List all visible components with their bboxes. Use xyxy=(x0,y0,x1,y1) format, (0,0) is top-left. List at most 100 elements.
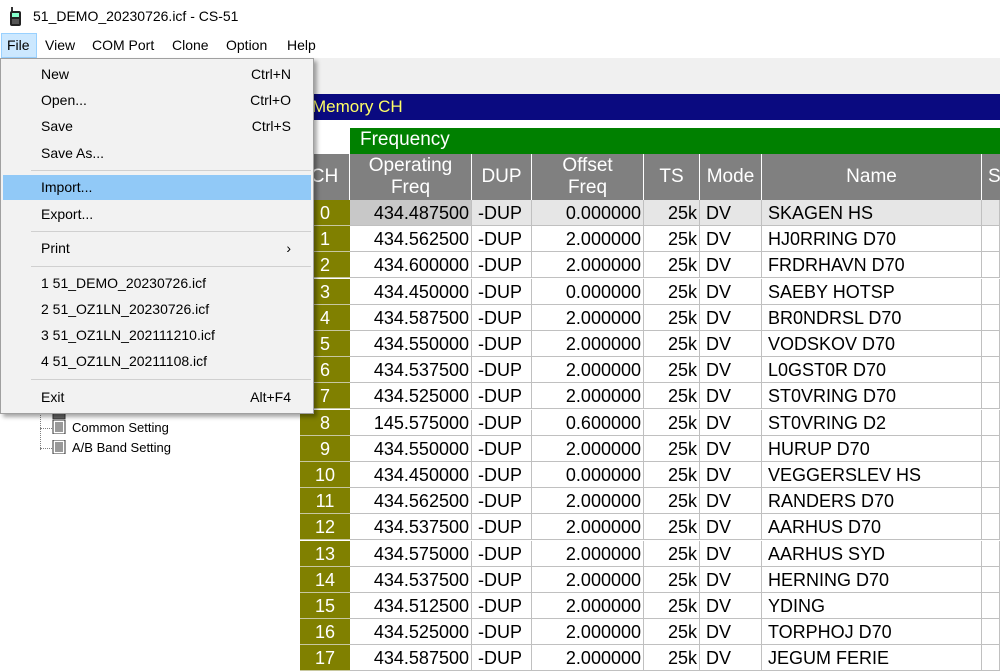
cell-mode[interactable]: DV xyxy=(700,278,762,305)
cell-extra[interactable] xyxy=(982,514,1000,541)
cell-name[interactable]: SKAGEN HS xyxy=(762,200,982,226)
cell-offset-freq[interactable]: 2.000000 xyxy=(532,383,644,410)
cell-operating-freq[interactable]: 434.587500 xyxy=(350,304,472,331)
cell-extra[interactable] xyxy=(982,226,1000,253)
cell-name[interactable]: VEGGERSLEV HS xyxy=(762,462,982,488)
cell-extra[interactable] xyxy=(982,304,1000,331)
menu-item-recent-2[interactable]: 2 51_OZ1LN_20230726.icf xyxy=(3,297,311,322)
cell-offset-freq[interactable]: 0.000000 xyxy=(532,278,644,305)
cell-name[interactable]: L0GST0R D70 xyxy=(762,357,982,384)
cell-ch[interactable]: 13 xyxy=(300,540,350,567)
cell-ch[interactable]: 14 xyxy=(300,566,350,593)
cell-offset-freq[interactable]: 2.000000 xyxy=(532,226,644,253)
cell-extra[interactable] xyxy=(982,619,1000,646)
table-row[interactable]: 13 434.575000 -DUP 2.000000 25k DV AARHUS SYD xyxy=(300,540,1000,567)
cell-offset-freq[interactable]: 2.000000 xyxy=(532,252,644,279)
cell-mode[interactable]: DV xyxy=(700,304,762,331)
menu-item-exit[interactable]: Exit Alt+F4 xyxy=(3,385,311,410)
cell-offset-freq[interactable]: 2.000000 xyxy=(532,304,644,331)
cell-ts[interactable]: 25k xyxy=(644,435,700,462)
cell-mode[interactable]: DV xyxy=(700,226,762,253)
menu-item-print[interactable]: Print › xyxy=(3,236,311,261)
menu-item-recent-3[interactable]: 3 51_OZ1LN_202111210.icf xyxy=(3,323,311,348)
cell-ts[interactable]: 25k xyxy=(644,566,700,593)
cell-ts[interactable]: 25k xyxy=(644,252,700,279)
table-row[interactable]: 8 145.575000 -DUP 0.600000 25k DV ST0VRING D2 xyxy=(300,409,1000,436)
cell-extra[interactable] xyxy=(982,200,1000,226)
column-header-extra[interactable]: S xyxy=(982,154,1000,200)
cell-ts[interactable]: 25k xyxy=(644,278,700,305)
cell-extra[interactable] xyxy=(982,488,1000,515)
table-row[interactable]: 2 434.600000 -DUP 2.000000 25k DV FRDRHAVN D70 xyxy=(300,252,1000,279)
cell-dup[interactable]: -DUP xyxy=(472,331,532,357)
column-header-dup[interactable]: DUP xyxy=(472,154,532,200)
cell-operating-freq[interactable]: 434.525000 xyxy=(350,383,472,410)
cell-operating-freq[interactable]: 434.537500 xyxy=(350,514,472,541)
cell-ts[interactable]: 25k xyxy=(644,304,700,331)
cell-extra[interactable] xyxy=(982,540,1000,567)
cell-dup[interactable]: -DUP xyxy=(472,645,532,671)
cell-dup[interactable]: -DUP xyxy=(472,488,532,515)
menu-item-import[interactable]: Import... xyxy=(3,175,311,200)
cell-dup[interactable]: -DUP xyxy=(472,383,532,410)
cell-name[interactable]: AARHUS D70 xyxy=(762,514,982,541)
cell-ts[interactable]: 25k xyxy=(644,462,700,488)
cell-dup[interactable]: -DUP xyxy=(472,304,532,331)
cell-mode[interactable]: DV xyxy=(700,566,762,593)
menu-help[interactable]: Help xyxy=(282,33,321,58)
cell-mode[interactable]: DV xyxy=(700,331,762,357)
cell-operating-freq[interactable]: 434.450000 xyxy=(350,462,472,488)
column-header-ts[interactable]: TS xyxy=(644,154,700,200)
cell-mode[interactable]: DV xyxy=(700,645,762,671)
cell-mode[interactable]: DV xyxy=(700,435,762,462)
table-row[interactable]: 4 434.587500 -DUP 2.000000 25k DV BR0NDRSL D70 xyxy=(300,304,1000,331)
cell-name[interactable]: ST0VRING D70 xyxy=(762,383,982,410)
table-row[interactable]: 16 434.525000 -DUP 2.000000 25k DV TORPHOJ D70 xyxy=(300,619,1000,646)
cell-ch[interactable]: 15 xyxy=(300,593,350,619)
cell-dup[interactable]: -DUP xyxy=(472,514,532,541)
table-row[interactable]: 17 434.587500 -DUP 2.000000 25k DV JEGUM FERIE xyxy=(300,645,1000,671)
cell-operating-freq[interactable]: 434.537500 xyxy=(350,566,472,593)
cell-offset-freq[interactable]: 2.000000 xyxy=(532,645,644,671)
menu-item-new[interactable]: New Ctrl+N xyxy=(3,62,311,87)
table-row[interactable]: 3 434.450000 -DUP 0.000000 25k DV SAEBY HOTSP xyxy=(300,278,1000,305)
table-row[interactable]: 0 434.487500 -DUP 0.000000 25k DV SKAGEN HS xyxy=(300,200,1000,226)
cell-mode[interactable]: DV xyxy=(700,540,762,567)
cell-operating-freq[interactable]: 434.525000 xyxy=(350,619,472,646)
tree-item-ab-band-setting[interactable]: A/B Band Setting xyxy=(52,440,171,455)
cell-name[interactable]: FRDRHAVN D70 xyxy=(762,252,982,279)
cell-extra[interactable] xyxy=(982,593,1000,619)
cell-extra[interactable] xyxy=(982,566,1000,593)
cell-operating-freq[interactable]: 434.600000 xyxy=(350,252,472,279)
menu-item-save-as[interactable]: Save As... xyxy=(3,141,311,166)
cell-ts[interactable]: 25k xyxy=(644,645,700,671)
cell-mode[interactable]: DV xyxy=(700,383,762,410)
cell-operating-freq[interactable]: 434.512500 xyxy=(350,593,472,619)
cell-extra[interactable] xyxy=(982,331,1000,357)
cell-ch[interactable]: 16 xyxy=(300,619,350,646)
table-row[interactable]: 15 434.512500 -DUP 2.000000 25k DV YDING xyxy=(300,593,1000,619)
cell-name[interactable]: HJ0RRING D70 xyxy=(762,226,982,253)
cell-operating-freq[interactable]: 434.587500 xyxy=(350,645,472,671)
cell-extra[interactable] xyxy=(982,278,1000,305)
cell-extra[interactable] xyxy=(982,435,1000,462)
cell-name[interactable]: ST0VRING D2 xyxy=(762,409,982,436)
cell-operating-freq[interactable]: 145.575000 xyxy=(350,409,472,436)
cell-operating-freq[interactable]: 434.450000 xyxy=(350,278,472,305)
cell-operating-freq[interactable]: 434.575000 xyxy=(350,540,472,567)
cell-extra[interactable] xyxy=(982,357,1000,384)
table-row[interactable]: 9 434.550000 -DUP 2.000000 25k DV HURUP D70 xyxy=(300,435,1000,462)
cell-dup[interactable]: -DUP xyxy=(472,593,532,619)
cell-ts[interactable]: 25k xyxy=(644,226,700,253)
menu-file[interactable]: File xyxy=(1,33,37,58)
cell-offset-freq[interactable]: 2.000000 xyxy=(532,514,644,541)
cell-ts[interactable]: 25k xyxy=(644,514,700,541)
cell-name[interactable]: RANDERS D70 xyxy=(762,488,982,515)
cell-dup[interactable]: -DUP xyxy=(472,462,532,488)
cell-ch[interactable]: 11 xyxy=(300,488,350,515)
cell-name[interactable]: BR0NDRSL D70 xyxy=(762,304,982,331)
cell-operating-freq[interactable]: 434.550000 xyxy=(350,331,472,357)
cell-ts[interactable]: 25k xyxy=(644,619,700,646)
cell-offset-freq[interactable]: 0.000000 xyxy=(532,462,644,488)
cell-extra[interactable] xyxy=(982,383,1000,410)
